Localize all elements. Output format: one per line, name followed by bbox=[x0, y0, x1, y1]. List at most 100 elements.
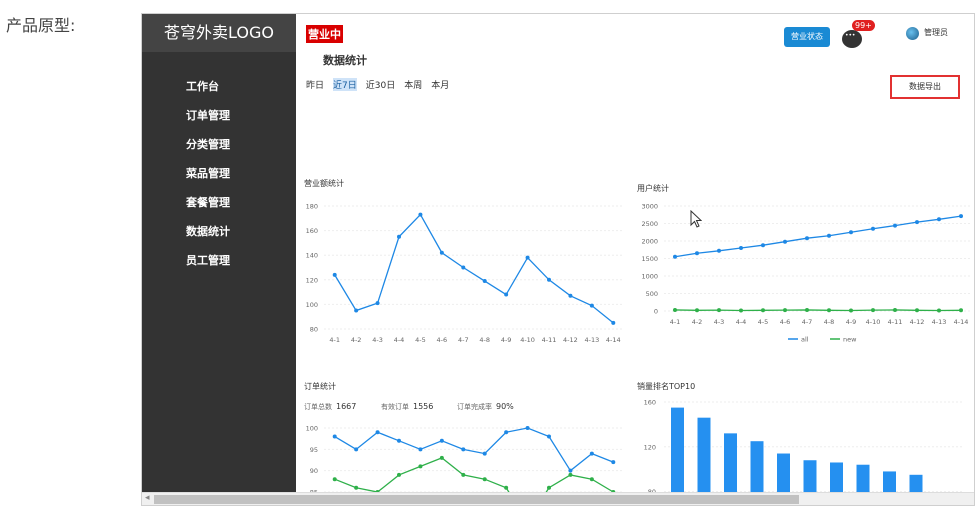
data-point bbox=[871, 226, 875, 231]
x-tick-label: 4-9 bbox=[501, 336, 512, 344]
scroll-left-icon[interactable]: ◂ bbox=[145, 493, 150, 503]
x-tick-label: 4-10 bbox=[520, 336, 535, 344]
x-tick-label: 4-7 bbox=[458, 336, 469, 344]
legend-label: new bbox=[843, 336, 857, 344]
legend-label: all bbox=[801, 336, 809, 344]
x-tick-label: 4-10 bbox=[866, 318, 881, 326]
y-tick-label: 0 bbox=[654, 308, 658, 316]
y-tick-label: 90 bbox=[310, 467, 318, 475]
horizontal-scrollbar[interactable]: ◂ bbox=[142, 492, 974, 505]
data-point bbox=[937, 217, 941, 222]
sidebar: 苍穹外卖LOGO 工作台 订单管理 分类管理 菜品管理 套餐管理 数据统计 员工… bbox=[142, 14, 296, 494]
bar bbox=[803, 460, 817, 494]
x-tick-label: 4-8 bbox=[479, 336, 490, 344]
sidebar-item-setmeals[interactable]: 套餐管理 bbox=[142, 188, 296, 217]
x-tick-label: 4-2 bbox=[351, 336, 362, 344]
mouse-cursor-icon bbox=[690, 210, 702, 228]
data-point bbox=[937, 308, 941, 313]
y-tick-label: 1500 bbox=[641, 255, 658, 263]
data-point bbox=[959, 308, 963, 313]
data-point bbox=[504, 430, 509, 435]
data-point bbox=[439, 438, 444, 443]
x-tick-label: 4-4 bbox=[394, 336, 405, 344]
x-tick-label: 4-1 bbox=[329, 336, 340, 344]
data-point bbox=[589, 303, 594, 308]
sidebar-menu: 工作台 订单管理 分类管理 菜品管理 套餐管理 数据统计 员工管理 bbox=[142, 72, 296, 275]
data-point bbox=[418, 464, 423, 469]
y-tick-label: 120 bbox=[306, 276, 318, 284]
data-point bbox=[805, 307, 809, 312]
data-point bbox=[893, 307, 897, 312]
sidebar-item-employees[interactable]: 员工管理 bbox=[142, 246, 296, 275]
data-point bbox=[547, 485, 551, 490]
y-tick-label: 95 bbox=[310, 446, 318, 454]
sidebar-item-workbench[interactable]: 工作台 bbox=[142, 72, 296, 101]
data-point bbox=[375, 430, 380, 435]
data-point bbox=[827, 308, 831, 313]
data-point bbox=[439, 250, 444, 255]
y-tick-label: 3000 bbox=[641, 203, 658, 211]
data-point bbox=[332, 434, 337, 439]
data-point bbox=[547, 277, 551, 282]
sidebar-item-dishes[interactable]: 菜品管理 bbox=[142, 159, 296, 188]
data-point bbox=[568, 468, 573, 473]
y-tick-label: 120 bbox=[644, 443, 656, 451]
main-content: 营业中 营业状态 99+ 管理员 数据统计 昨日 近7日 近30日 本周 本月 … bbox=[296, 14, 974, 494]
data-point bbox=[332, 477, 337, 482]
data-point bbox=[439, 455, 444, 460]
data-point bbox=[375, 301, 380, 306]
data-point bbox=[354, 485, 359, 490]
x-tick-label: 4-2 bbox=[692, 318, 703, 326]
data-point bbox=[673, 307, 677, 312]
data-point bbox=[418, 447, 423, 452]
x-tick-label: 4-5 bbox=[415, 336, 426, 344]
data-point bbox=[893, 223, 897, 228]
y-tick-label: 180 bbox=[306, 203, 318, 211]
sidebar-item-statistics[interactable]: 数据统计 bbox=[142, 217, 296, 246]
bar bbox=[830, 462, 843, 494]
y-tick-label: 140 bbox=[306, 252, 318, 260]
data-point bbox=[482, 477, 487, 482]
data-point bbox=[827, 233, 831, 238]
data-point bbox=[568, 293, 573, 298]
x-tick-label: 4-1 bbox=[670, 318, 681, 326]
y-tick-label: 2000 bbox=[641, 238, 658, 246]
bar bbox=[671, 407, 684, 494]
x-tick-label: 4-8 bbox=[824, 318, 835, 326]
y-tick-label: 500 bbox=[646, 290, 658, 298]
y-tick-label: 160 bbox=[306, 227, 318, 235]
x-tick-label: 4-5 bbox=[758, 318, 769, 326]
x-tick-label: 4-14 bbox=[954, 318, 969, 326]
y-tick-label: 100 bbox=[306, 301, 318, 309]
charts-canvas: 80 100 120 140 160 180 4-1 4-2 4-3 4-4 4-5 4-6 4-7 4-… bbox=[306, 203, 972, 494]
bar bbox=[777, 453, 790, 494]
bar bbox=[697, 417, 711, 494]
y-tick-label: 80 bbox=[310, 326, 318, 334]
data-point bbox=[418, 212, 423, 217]
x-tick-label: 4-11 bbox=[888, 318, 903, 326]
sidebar-item-orders[interactable]: 订单管理 bbox=[142, 101, 296, 130]
x-tick-label: 4-3 bbox=[372, 336, 383, 344]
data-point bbox=[461, 447, 466, 452]
y-tick-label: 160 bbox=[644, 399, 656, 407]
data-point bbox=[482, 279, 487, 284]
app-logo: 苍穹外卖LOGO bbox=[142, 14, 296, 52]
x-tick-label: 4-7 bbox=[802, 318, 813, 326]
bar bbox=[750, 441, 764, 494]
x-tick-label: 4-3 bbox=[714, 318, 725, 326]
data-point bbox=[915, 220, 919, 225]
data-point bbox=[673, 254, 677, 259]
data-point bbox=[739, 308, 743, 313]
scrollbar-thumb[interactable] bbox=[154, 495, 799, 504]
data-point bbox=[783, 308, 787, 313]
x-tick-label: 4-12 bbox=[563, 336, 578, 344]
data-point bbox=[589, 477, 594, 482]
data-point bbox=[611, 320, 616, 325]
x-tick-label: 4-6 bbox=[437, 336, 448, 344]
bar bbox=[883, 471, 896, 494]
data-point bbox=[504, 292, 509, 297]
x-tick-label: 4-6 bbox=[780, 318, 791, 326]
y-tick-label: 100 bbox=[306, 425, 318, 433]
sidebar-item-categories[interactable]: 分类管理 bbox=[142, 130, 296, 159]
app-window: 苍穹外卖LOGO 工作台 订单管理 分类管理 菜品管理 套餐管理 数据统计 员工… bbox=[141, 13, 975, 506]
